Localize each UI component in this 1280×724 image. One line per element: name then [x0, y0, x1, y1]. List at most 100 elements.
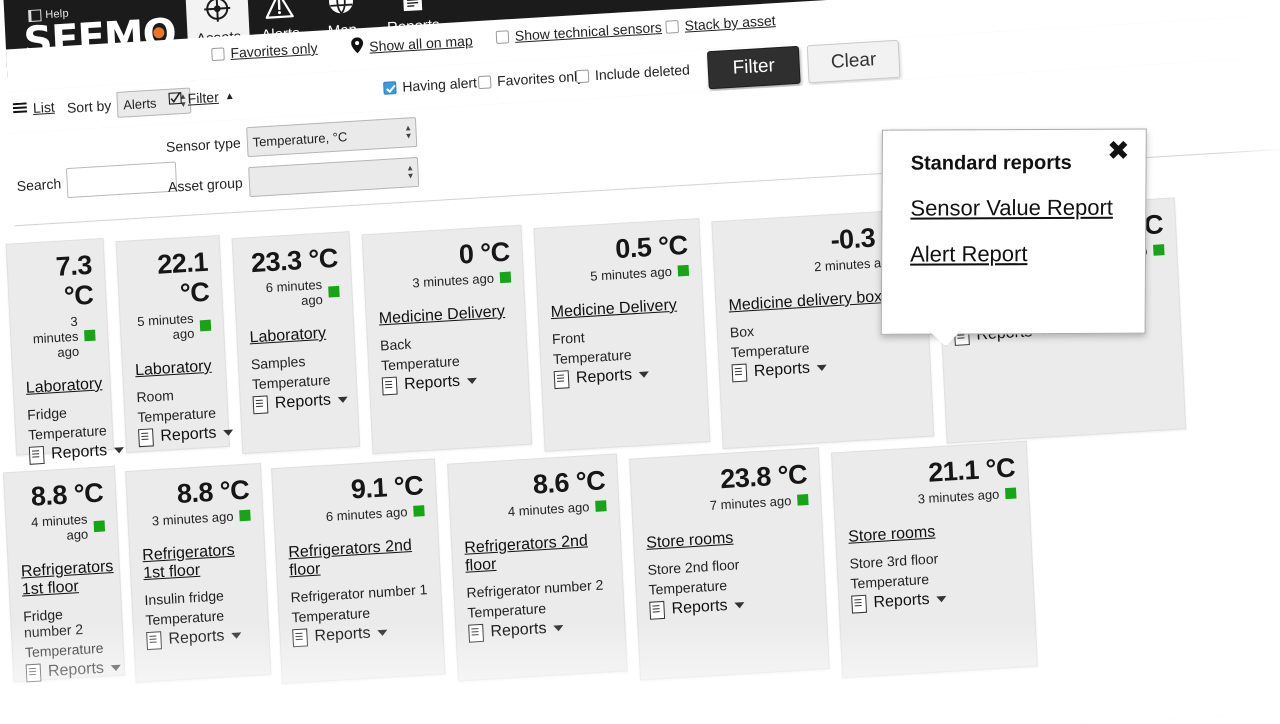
status-indicator	[413, 505, 425, 517]
sensor-card[interactable]: 23.3 °C 6 minutes ago Laboratory Samples…	[231, 231, 361, 455]
filter-panel-toggle[interactable]: Filter ▲	[168, 88, 235, 108]
document-icon	[395, 0, 429, 16]
asset-group-link[interactable]: Refrigerators 1st floor	[142, 541, 254, 584]
filter-check-icon	[168, 91, 182, 108]
asset-group-link[interactable]: Store rooms	[646, 525, 811, 553]
favorites-only-label: Favorites only	[496, 67, 585, 89]
chevron-down-icon	[113, 447, 125, 454]
asset-group-link[interactable]: Refrigerators 1st floor	[21, 558, 114, 599]
popup-title: Standard reports	[910, 151, 1072, 175]
sensor-card[interactable]: 22.1 °C 5 minutes ago Laboratory Room Te…	[115, 234, 234, 453]
sensor-card[interactable]: 8.8 °C 3 minutes ago Refrigerators 1st f…	[125, 462, 272, 683]
sensor-card[interactable]: 0.5 °C 5 minutes ago Medicine Delivery F…	[533, 218, 711, 452]
asset-group-select[interactable]: ▲ ▼	[247, 156, 420, 198]
sensor-value: 9.1 °C	[350, 470, 424, 505]
sensor-value: 8.8 °C	[176, 474, 250, 509]
stack-by-asset-checkbox[interactable]: Stack by asset	[665, 12, 776, 35]
document-icon	[731, 363, 748, 383]
sensor-type-value: Temperature, °C	[252, 128, 348, 150]
sensor-type-label: Sensor type	[165, 134, 242, 156]
asset-group-link[interactable]: Medicine Delivery	[550, 296, 691, 322]
asset-group-link[interactable]: Laboratory	[135, 358, 214, 381]
favorites-only-checkbox[interactable]: Favorites only	[477, 67, 585, 90]
show-all-on-map-label: Show all on map	[368, 31, 473, 55]
map-pin-icon	[351, 37, 364, 57]
asset-group-link[interactable]: Laboratory	[25, 375, 102, 398]
document-icon	[381, 376, 398, 396]
document-icon	[28, 445, 45, 465]
status-indicator	[677, 264, 690, 277]
reports-menu-button[interactable]: Reports	[252, 391, 348, 415]
chevron-down-icon	[936, 595, 947, 603]
sensor-timestamp-row: 5 minutes ago	[132, 310, 212, 345]
checkbox-box	[211, 46, 225, 61]
sensor-type-group: Sensor type Temperature, °C ▲ ▼	[165, 116, 418, 162]
sensor-timestamp-row: 3 minutes ago	[140, 508, 251, 530]
reports-label: Reports	[47, 659, 105, 681]
sensor-card[interactable]: 23.8 °C 7 minutes ago Store rooms Store …	[629, 447, 830, 681]
search-field-group: Search	[16, 161, 178, 201]
globe-icon	[324, 0, 358, 20]
show-technical-sensors-checkbox[interactable]: Show technical sensors	[495, 19, 662, 45]
sensor-card[interactable]: 8.6 °C 4 minutes ago Refrigerators 2nd f…	[447, 453, 628, 682]
reports-menu-button[interactable]: Reports	[381, 369, 517, 396]
warning-triangle-icon	[262, 0, 296, 24]
sensor-type: Temperature	[251, 371, 331, 393]
status-indicator	[1153, 244, 1165, 256]
spinner-arrows-icon: ▲ ▼	[405, 163, 415, 181]
list-view-button[interactable]: List	[12, 99, 55, 117]
asset-group-link[interactable]: Medicine Delivery	[378, 302, 513, 328]
checkbox-box-checked	[383, 80, 397, 95]
sensor-name: Room	[136, 387, 175, 406]
sensor-value-report-link[interactable]: Sensor Value Report	[910, 195, 1123, 222]
reports-menu-button[interactable]: Reports	[138, 425, 234, 448]
status-indicator	[239, 509, 251, 522]
search-input[interactable]	[66, 161, 178, 199]
reports-label: Reports	[671, 597, 728, 618]
clear-button[interactable]: Clear	[806, 39, 901, 84]
chevron-up-icon: ▲	[224, 90, 235, 102]
reports-label: Reports	[575, 366, 633, 387]
chevron-down-icon	[110, 664, 122, 672]
reports-menu-button[interactable]: Reports	[468, 616, 613, 643]
sensor-card[interactable]: 9.1 °C 6 minutes ago Refrigerators 2nd f…	[271, 458, 446, 685]
reports-menu-button[interactable]: Reports	[25, 659, 122, 683]
chevron-down-icon	[231, 632, 242, 639]
include-deleted-checkbox[interactable]: Include deleted	[575, 61, 690, 84]
target-icon	[200, 0, 234, 28]
sensor-card[interactable]: 21.1 °C 3 minutes ago Store rooms Store …	[831, 440, 1038, 679]
sensor-timestamp: 3 minutes ago	[151, 508, 234, 529]
having-alert-checkbox[interactable]: Having alert	[383, 74, 477, 96]
reports-menu-button[interactable]: Reports	[146, 625, 257, 651]
chevron-down-icon	[553, 625, 564, 632]
reports-menu-button[interactable]: Reports	[28, 442, 125, 465]
asset-group-link[interactable]: Laboratory	[249, 324, 342, 348]
sensor-type: Temperature	[27, 422, 108, 443]
sensor-timestamp-row: 3 minutes ago	[22, 313, 96, 362]
sort-by-value: Alerts	[122, 95, 157, 113]
sensor-type-select[interactable]: Temperature, °C ▲ ▼	[245, 116, 418, 158]
filter-button[interactable]: Filter	[706, 45, 801, 90]
asset-group-link[interactable]: Refrigerators 2nd floor	[464, 531, 610, 576]
document-icon	[649, 600, 666, 620]
sensor-card[interactable]: 8.8 °C 4 minutes ago Refrigerators 1st f…	[3, 465, 126, 683]
filter-button-label: Filter	[732, 55, 776, 79]
asset-group-link[interactable]: Store rooms	[848, 518, 1019, 546]
show-all-on-map-link[interactable]: Show all on map	[351, 30, 473, 56]
sensor-value: 8.8 °C	[30, 477, 104, 512]
chevron-down-icon	[337, 396, 348, 404]
sensor-timestamp-row: 6 minutes ago	[247, 276, 340, 312]
filter-toggle-label: Filter	[187, 88, 220, 107]
favorites-only-top-checkbox[interactable]: Favorites only	[211, 40, 318, 62]
close-icon[interactable]: ✖	[1107, 136, 1130, 166]
sensor-card[interactable]: 7.3 °C 3 minutes ago Laboratory Fridge T…	[5, 237, 125, 465]
alert-report-link[interactable]: Alert Report	[910, 241, 1123, 268]
asset-group-link[interactable]: Refrigerators 2nd floor	[288, 536, 428, 580]
reports-menu-button[interactable]: Reports	[292, 621, 431, 648]
reports-menu-button[interactable]: Reports	[553, 363, 695, 390]
status-indicator	[499, 271, 512, 284]
sensor-name: Insulin fridge	[144, 587, 225, 609]
sensor-card[interactable]: 0 °C 3 minutes ago Medicine Delivery Bac…	[361, 224, 533, 455]
favorites-only-top-label: Favorites only	[230, 39, 318, 61]
checkbox-box	[477, 74, 492, 89]
